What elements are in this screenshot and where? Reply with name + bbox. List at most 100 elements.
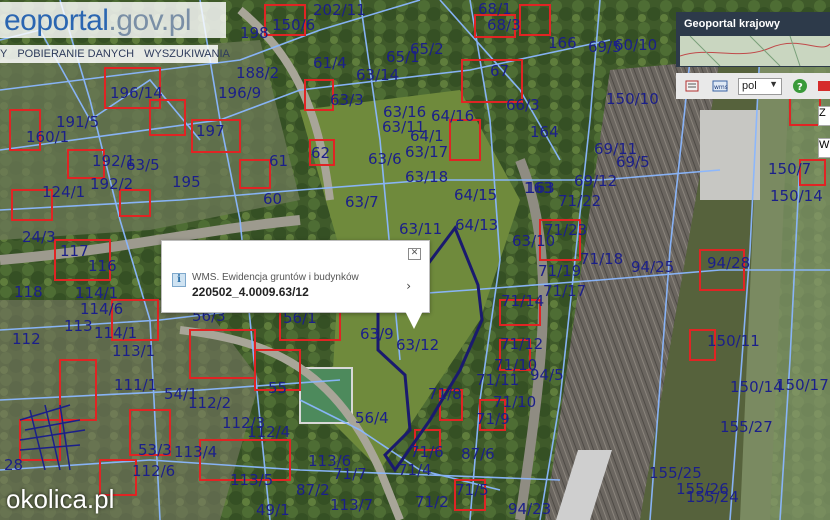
menu-item-download-data[interactable]: POBIERANIE DANYCH [17, 48, 134, 60]
parcel-number-label: 63/18 [405, 168, 448, 186]
parcel-number-label: 63/17 [405, 143, 448, 161]
svg-text:?: ? [797, 82, 803, 93]
parcel-number-label: 87/2 [296, 481, 330, 499]
parcel-number-label: 71/5 [455, 481, 489, 499]
parcel-number-label: 71/22 [558, 192, 601, 210]
menu-item-partial[interactable]: Y [0, 48, 7, 60]
parcel-number-label: 150/14 [770, 187, 823, 205]
chevron-right-icon[interactable]: › [406, 279, 411, 293]
parcel-number-label: 63/5 [126, 156, 160, 174]
parcel-number-label: 112/2 [188, 394, 231, 412]
parcel-number-label: 71/18 [580, 250, 623, 268]
parcel-number-label: 65/1 [386, 48, 420, 66]
parcel-number-label: 63/3 [330, 91, 364, 109]
parcel-number-label: 166 [548, 34, 577, 52]
parcel-number-label: 71/4 [398, 461, 432, 479]
side-button-w[interactable]: W [818, 138, 830, 158]
parcel-number-label: 195 [172, 173, 201, 191]
parcel-number-label: 63/12 [396, 336, 439, 354]
parcel-number-label: 198 [240, 24, 269, 42]
svg-text:wms: wms [714, 84, 728, 91]
parcel-number-label: 24/3 [22, 228, 56, 246]
parcel-number-label: 94/25 [631, 258, 674, 276]
close-panel-icon[interactable] [818, 78, 830, 94]
popup-pointer [405, 311, 423, 329]
parcel-number-label: 71/17 [543, 282, 586, 300]
logo-text: eoportal.gov.pl [4, 4, 192, 37]
parcel-number-label: 112/6 [132, 462, 175, 480]
parcel-number-label: 64/15 [454, 186, 497, 204]
parcel-number-label: 116 [88, 257, 117, 275]
chevron-down-icon: ▼ [769, 79, 778, 89]
parcel-number-label: 192/2 [90, 175, 133, 193]
parcel-number-label: 60 [263, 190, 282, 208]
parcel-number-label: 150/17 [776, 376, 829, 394]
parcel-number-label: 113/7 [330, 496, 373, 514]
parcel-number-label: 113 [64, 317, 93, 335]
parcel-number-label: 113/1 [112, 342, 155, 360]
parcel-number-label: 49/1 [256, 501, 290, 519]
layers-icon[interactable] [684, 78, 700, 94]
side-button-z-label: Z [819, 107, 826, 119]
parcel-number-label: 196/14 [110, 84, 163, 102]
parcel-number-label: 71/7 [333, 465, 367, 483]
parcel-number-label: 94/23 [508, 500, 551, 518]
popup-layer-name: WMS. Ewidencja gruntów i budynków [192, 272, 359, 283]
top-menu: Y POBIERANIE DANYCH WYSZUKIWANIA [0, 45, 230, 63]
parcel-number-label: 71/19 [538, 262, 581, 280]
parcel-number-label: 124/1 [42, 183, 85, 201]
parcel-number-label: 113/5 [230, 471, 273, 489]
parcel-number-label: 63/11 [399, 220, 442, 238]
parcel-number-label: 114/1 [94, 324, 137, 342]
info-icon: i [172, 273, 186, 287]
parcel-number-label: 150/10 [606, 90, 659, 108]
parcel-number-label: 53/3 [138, 441, 172, 459]
parcel-number-label: 71/10 [493, 393, 536, 411]
parcel-number-label: 117 [60, 242, 89, 260]
parcel-number-label: 94/28 [707, 254, 750, 272]
side-button-z[interactable]: Z [818, 106, 830, 126]
parcel-number-label: 60/10 [614, 36, 657, 54]
overview-map-thumbnail[interactable] [680, 36, 830, 66]
parcel-number-label: 155/27 [720, 418, 773, 436]
parcel-number-label: 71/14 [501, 292, 544, 310]
close-icon[interactable]: ✕ [408, 248, 421, 260]
parcel-number-label: 71/6 [410, 443, 444, 461]
parcel-number-label: 69/5 [616, 153, 650, 171]
parcel-number-label: 63/7 [345, 193, 379, 211]
parcel-number-label: 150/11 [707, 332, 760, 350]
parcel-number-label: 196/9 [218, 84, 261, 102]
parcel-number-label: 202/11 [313, 1, 366, 19]
parcel-number-label: 118 [14, 283, 43, 301]
parcel-number-label: 113/4 [174, 443, 217, 461]
parcel-number-label: 28 [4, 456, 23, 474]
parcel-number-label: 150/14 [730, 378, 783, 396]
parcel-number-label: 111/1 [114, 376, 157, 394]
watermark: okolica.pl [6, 484, 115, 514]
language-select[interactable]: pol ▼ [738, 78, 782, 95]
parcel-number-label: 64/16 [431, 107, 474, 125]
parcel-number-label: 71/12 [500, 335, 543, 353]
parcel-number-label: 163 [526, 179, 555, 197]
geoportal-panel: Geoportal krajowy [676, 12, 830, 67]
parcel-number-label: 56/4 [355, 409, 389, 427]
parcel-number-label: 69/12 [574, 172, 617, 190]
popup-parcel-id[interactable]: 220502_4.0009.63/12 [192, 285, 309, 299]
parcel-number-label: 67 [490, 62, 509, 80]
parcel-number-label: 94/5 [530, 366, 564, 384]
site-logo[interactable]: eoportal.gov.pl [0, 2, 226, 38]
parcel-number-label: 87/6 [461, 445, 495, 463]
parcel-number-label: 63/6 [368, 150, 402, 168]
parcel-number-label: 71/9 [476, 410, 510, 428]
menu-item-search[interactable]: WYSZUKIWANIA [144, 48, 230, 60]
parcel-number-label: 63/14 [356, 66, 399, 84]
parcel-number-label: 112 [12, 330, 41, 348]
parcel-number-label: 66/3 [506, 96, 540, 114]
parcel-number-label: 160/1 [26, 128, 69, 146]
parcel-number-label: 63/9 [360, 325, 394, 343]
help-icon[interactable]: ? [792, 78, 808, 94]
parcel-number-label: 61 [269, 152, 288, 170]
parcel-number-label: 197 [196, 122, 225, 140]
parcel-number-label: 164 [530, 123, 559, 141]
wms-icon[interactable]: wms [712, 78, 728, 94]
